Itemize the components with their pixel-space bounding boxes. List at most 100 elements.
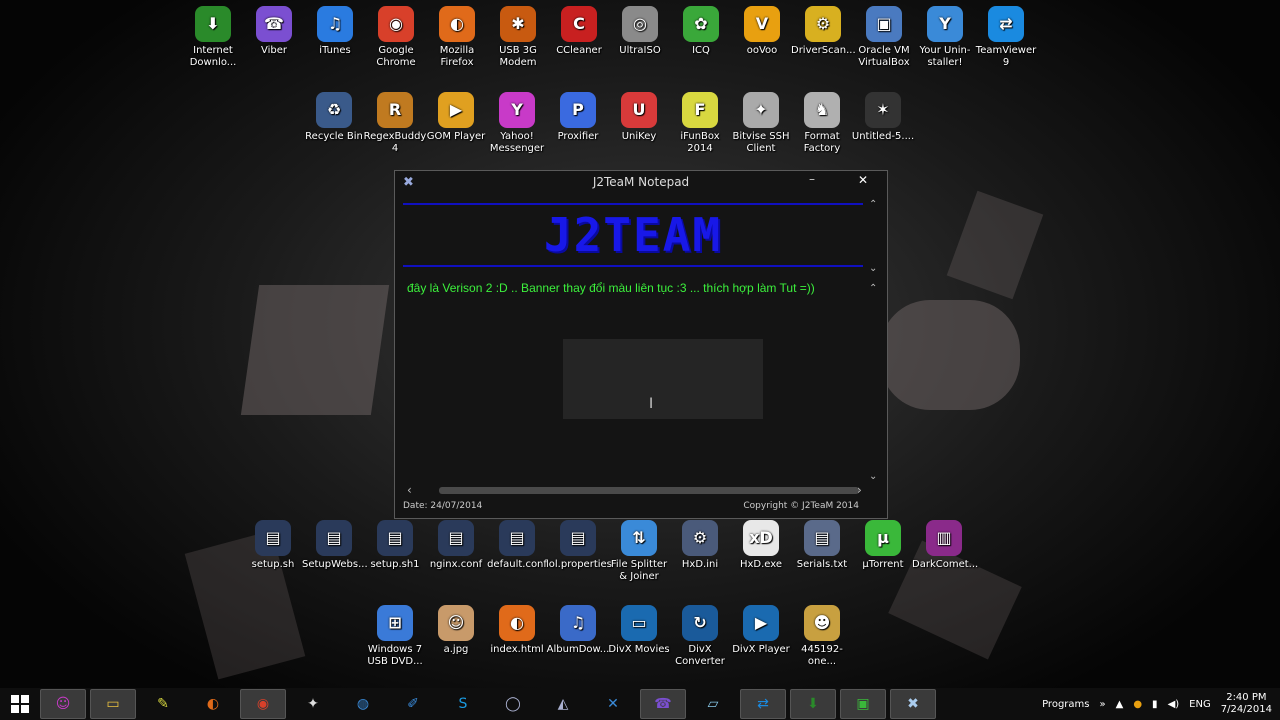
window-icon[interactable]: ▱	[690, 689, 736, 719]
horizontal-scrollbar[interactable]	[439, 487, 859, 494]
desktop-icon[interactable]: ⇅ File Splitter & Joiner	[607, 520, 671, 583]
desktop-icon[interactable]: ♫ iTunes	[303, 6, 367, 57]
desktop-icon[interactable]: ⇄ TeamViewer 9	[974, 6, 1038, 69]
ccleaner-icon: C	[561, 6, 597, 42]
monitor-icon[interactable]: ▣	[840, 689, 886, 719]
desktop-icon[interactable]: ▶ GOM Player	[424, 92, 488, 143]
chrome-icon[interactable]: ◉	[240, 689, 286, 719]
unikey-icon: U	[621, 92, 657, 128]
desktop-icon[interactable]: FiFunBox 2014	[668, 92, 732, 155]
desktop-icon[interactable]: ☺ a.jpg	[424, 605, 488, 656]
desktop-icon[interactable]: VooVoo	[730, 6, 794, 57]
scroll-right-icon[interactable]: ›	[857, 483, 862, 497]
windows-start-icon[interactable]	[0, 688, 40, 720]
desktop-icon[interactable]: ◐ Mozilla Firefox	[425, 6, 489, 69]
config-file-icon: ▤	[560, 520, 596, 556]
desktop-icon[interactable]: C CCleaner	[547, 6, 611, 57]
desktop-icon[interactable]: ◐ index.html	[485, 605, 549, 656]
desktop-icon[interactable]: P Proxifier	[546, 92, 610, 143]
desktop-icon-label: default.conf	[487, 559, 547, 570]
desktop-icon[interactable]: ⚙ HxD.ini	[668, 520, 732, 571]
editor-content[interactable]: đây là Verison 2 :D .. Banner thay đổi m…	[403, 279, 863, 295]
file-explorer-icon[interactable]: ▭	[90, 689, 136, 719]
desktop-icon[interactable]: ▤ SetupWebs...	[302, 520, 368, 571]
programs-toolbar[interactable]: Programs	[1042, 699, 1089, 710]
desktop-icon[interactable]: ♞ Format Factory	[790, 92, 854, 155]
desktop-icon[interactable]: R RegexBuddy 4	[363, 92, 427, 155]
desktop-icon[interactable]: µ µTorrent	[851, 520, 915, 571]
desktop-icon[interactable]: ✱ USB 3G Modem	[486, 6, 550, 69]
desktop-icon[interactable]: ✦ Bitvise SSH Client	[729, 92, 793, 155]
desktop-icon[interactable]: ▤ Serials.txt	[790, 520, 854, 571]
desktop-icon[interactable]: ✶ Untitled-5....	[851, 92, 915, 143]
globe-icon[interactable]: ◍	[340, 689, 386, 719]
toolbar-expand-icon[interactable]: »	[1099, 699, 1105, 710]
minimize-button[interactable]: –	[809, 172, 815, 186]
desktop-icon[interactable]: ▭ DivX Movies	[607, 605, 671, 656]
divx-converter-icon: ↻	[682, 605, 718, 641]
viber-icon[interactable]: ☎	[640, 689, 686, 719]
close-button[interactable]: ✕	[858, 173, 868, 187]
chrome-icon: ◉	[378, 6, 414, 42]
tray-app-icon[interactable]: ●	[1133, 699, 1142, 710]
teamviewer-icon[interactable]: ⇄	[740, 689, 786, 719]
editor-scroll-up-icon[interactable]: ⌃	[869, 283, 877, 294]
banner-scroll-down-icon[interactable]: ⌄	[869, 263, 877, 274]
yahoo-messenger-icon[interactable]: ☺	[40, 689, 86, 719]
desktop-icon[interactable]: ↻ DivX Converter	[668, 605, 732, 668]
desktop-icon[interactable]: ▤ nginx.conf	[424, 520, 488, 571]
desktop-icon[interactable]: ▶ DivX Player	[729, 605, 793, 656]
clock[interactable]: 2:40 PM 7/24/2014	[1221, 692, 1272, 716]
desktop-icon[interactable]: ▤ default.conf	[485, 520, 549, 571]
j2team-notepad-icon[interactable]: ✖	[890, 689, 936, 719]
desktop-icon-label: DarkComet...	[912, 559, 979, 570]
bitvise-icon[interactable]: ✦	[290, 689, 336, 719]
desktop-icon[interactable]: ⬇ Internet Downlo...	[181, 6, 245, 69]
desktop-icon[interactable]: ✿ ICQ	[669, 6, 733, 57]
clock-time: 2:40 PM	[1226, 692, 1267, 703]
ultraiso-icon: ◎	[622, 6, 658, 42]
network-icon[interactable]: ▮	[1152, 699, 1158, 710]
desktop-icon-label: Oracle VM VirtualBox	[858, 45, 910, 68]
show-hidden-icons-icon[interactable]: ▲	[1116, 699, 1124, 710]
desktop-icon[interactable]: ◎ UltraISO	[608, 6, 672, 57]
paint-icon[interactable]: ✐	[390, 689, 436, 719]
desktop-icon[interactable]: ♻ Recycle Bin	[302, 92, 366, 143]
skype-icon[interactable]: S	[440, 689, 486, 719]
desktop-icon[interactable]: U UniKey	[607, 92, 671, 143]
notepad-window[interactable]: ✖ J2TeaM Notepad – ✕ J2TEAM ⌃ ⌄ đây là V…	[394, 170, 888, 519]
editor-scroll-down-icon[interactable]: ⌄	[869, 471, 877, 482]
desktop-icon[interactable]: ▤ setup.sh1	[363, 520, 427, 571]
language-indicator[interactable]: ENG	[1189, 699, 1211, 710]
script-file-icon: ▤	[255, 520, 291, 556]
banner-scroll-up-icon[interactable]: ⌃	[869, 199, 877, 210]
volume-icon[interactable]: ◀)	[1168, 699, 1180, 710]
desktop-icon[interactable]: Y Your Unin-staller!	[913, 6, 977, 69]
window-titlebar[interactable]: ✖ J2TeaM Notepad – ✕	[395, 171, 887, 193]
network-icon[interactable]: ◭	[540, 689, 586, 719]
desktop-icon[interactable]: ▤ setup.sh	[241, 520, 305, 571]
scroll-left-icon[interactable]: ‹	[407, 483, 412, 497]
desktop-icon[interactable]: Y Yahoo! Messenger	[485, 92, 549, 155]
desktop-icon[interactable]: ⚙ DriverScan...	[791, 6, 856, 57]
desktop-icon[interactable]: ▣ Oracle VM VirtualBox	[852, 6, 916, 69]
system-tray: Programs » ▲ ● ▮ ◀) ENG 2:40 PM 7/24/201…	[1042, 688, 1272, 720]
desktop-icon[interactable]: ☻ 445192-one...	[790, 605, 854, 668]
banner-text: J2TEAM	[543, 208, 723, 262]
desktop-icon[interactable]: ▥ DarkComet...	[912, 520, 979, 571]
tools-icon[interactable]: ✕	[590, 689, 636, 719]
desktop-icon[interactable]: xD HxD.exe	[729, 520, 793, 571]
app-circle-icon[interactable]: ◯	[490, 689, 536, 719]
idm-icon[interactable]: ⬇	[790, 689, 836, 719]
desktop-icon[interactable]: ♫ AlbumDow...	[546, 605, 610, 656]
desktop-icon-label: Yahoo! Messenger	[489, 131, 545, 154]
notepad-icon[interactable]: ✎	[140, 689, 186, 719]
text-editor[interactable]: đây là Verison 2 :D .. Banner thay đổi m…	[403, 279, 863, 481]
desktop-icon[interactable]: ▤ lol.properties	[546, 520, 612, 571]
desktop-icon[interactable]: ☎ Viber	[242, 6, 306, 57]
desktop-icon[interactable]: ◉ Google Chrome	[364, 6, 428, 69]
firefox-icon[interactable]: ◐	[190, 689, 236, 719]
desktop-icon[interactable]: ⊞ Windows 7 USB DVD...	[363, 605, 427, 668]
desktop-icon-label: RegexBuddy 4	[363, 131, 427, 154]
desktop-icon-label: setup.sh1	[370, 559, 420, 570]
